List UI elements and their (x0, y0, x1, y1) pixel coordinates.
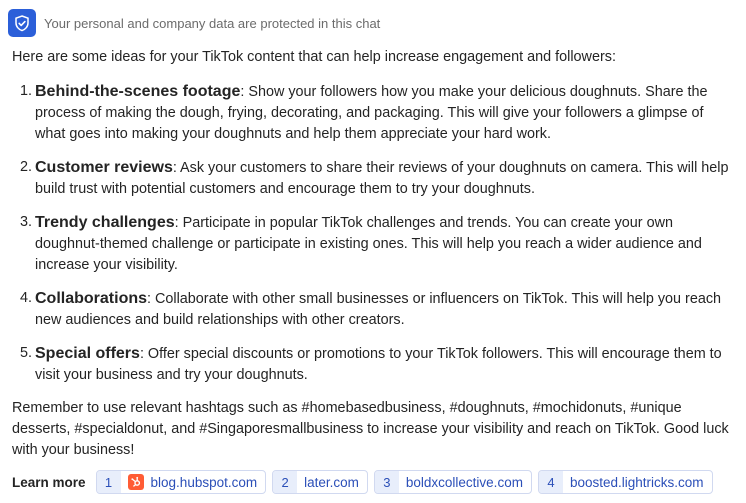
message-intro: Here are some ideas for your TikTok cont… (12, 49, 616, 65)
assistant-message: Here are some ideas for your TikTok cont… (12, 47, 734, 461)
list-item: 5. Special offers: Offer special discoun… (12, 343, 734, 386)
source-number: 1 (96, 471, 121, 493)
message-outro: Remember to use relevant hashtags such a… (12, 400, 729, 458)
item-title: Collaborations (35, 290, 148, 307)
item-number: 5. (20, 345, 33, 361)
list-item: 3. Trendy challenges: Participate in pop… (12, 212, 734, 276)
source-domain: boosted.lightricks.com (569, 474, 704, 490)
source-link-boldxcollective[interactable]: 3 boldxcollective.com (373, 470, 532, 494)
protection-text: Your personal and company data are prote… (44, 15, 381, 31)
list-item: 1. Behind-the-scenes footage: Show your … (12, 81, 734, 145)
source-domain: later.com (304, 474, 359, 490)
source-link-lightricks[interactable]: 4 boosted.lightricks.com (537, 470, 713, 494)
ideas-list: 1. Behind-the-scenes footage: Show your … (12, 81, 734, 386)
list-item: 2. Customer reviews: Ask your customers … (12, 157, 734, 200)
item-title: Special offers (35, 345, 140, 362)
source-number: 2 (273, 471, 298, 493)
source-domain: blog.hubspot.com (150, 474, 258, 490)
learn-more-label: Learn more (12, 474, 86, 490)
source-link-later[interactable]: 2 later.com (272, 470, 368, 494)
item-title: Trendy challenges (35, 214, 175, 231)
item-title: Customer reviews (35, 159, 173, 176)
item-title: Behind-the-scenes footage (35, 83, 241, 100)
source-domain: boldxcollective.com (405, 474, 523, 490)
source-link-hubspot[interactable]: 1 blog.hubspot.com (95, 470, 267, 494)
data-protection-notice: Your personal and company data are prote… (8, 9, 380, 37)
source-number: 3 (374, 471, 399, 493)
item-number: 4. (20, 290, 33, 306)
item-number: 2. (20, 159, 33, 175)
learn-more-bar: Learn more 1 blog.hubspot.com 2 later.co… (12, 470, 719, 494)
item-number: 3. (20, 214, 33, 230)
source-number: 4 (538, 471, 563, 493)
list-item: 4. Collaborations: Collaborate with othe… (12, 288, 734, 331)
item-number: 1. (20, 83, 33, 99)
shield-check-icon[interactable] (8, 9, 36, 37)
hubspot-icon (127, 474, 144, 490)
